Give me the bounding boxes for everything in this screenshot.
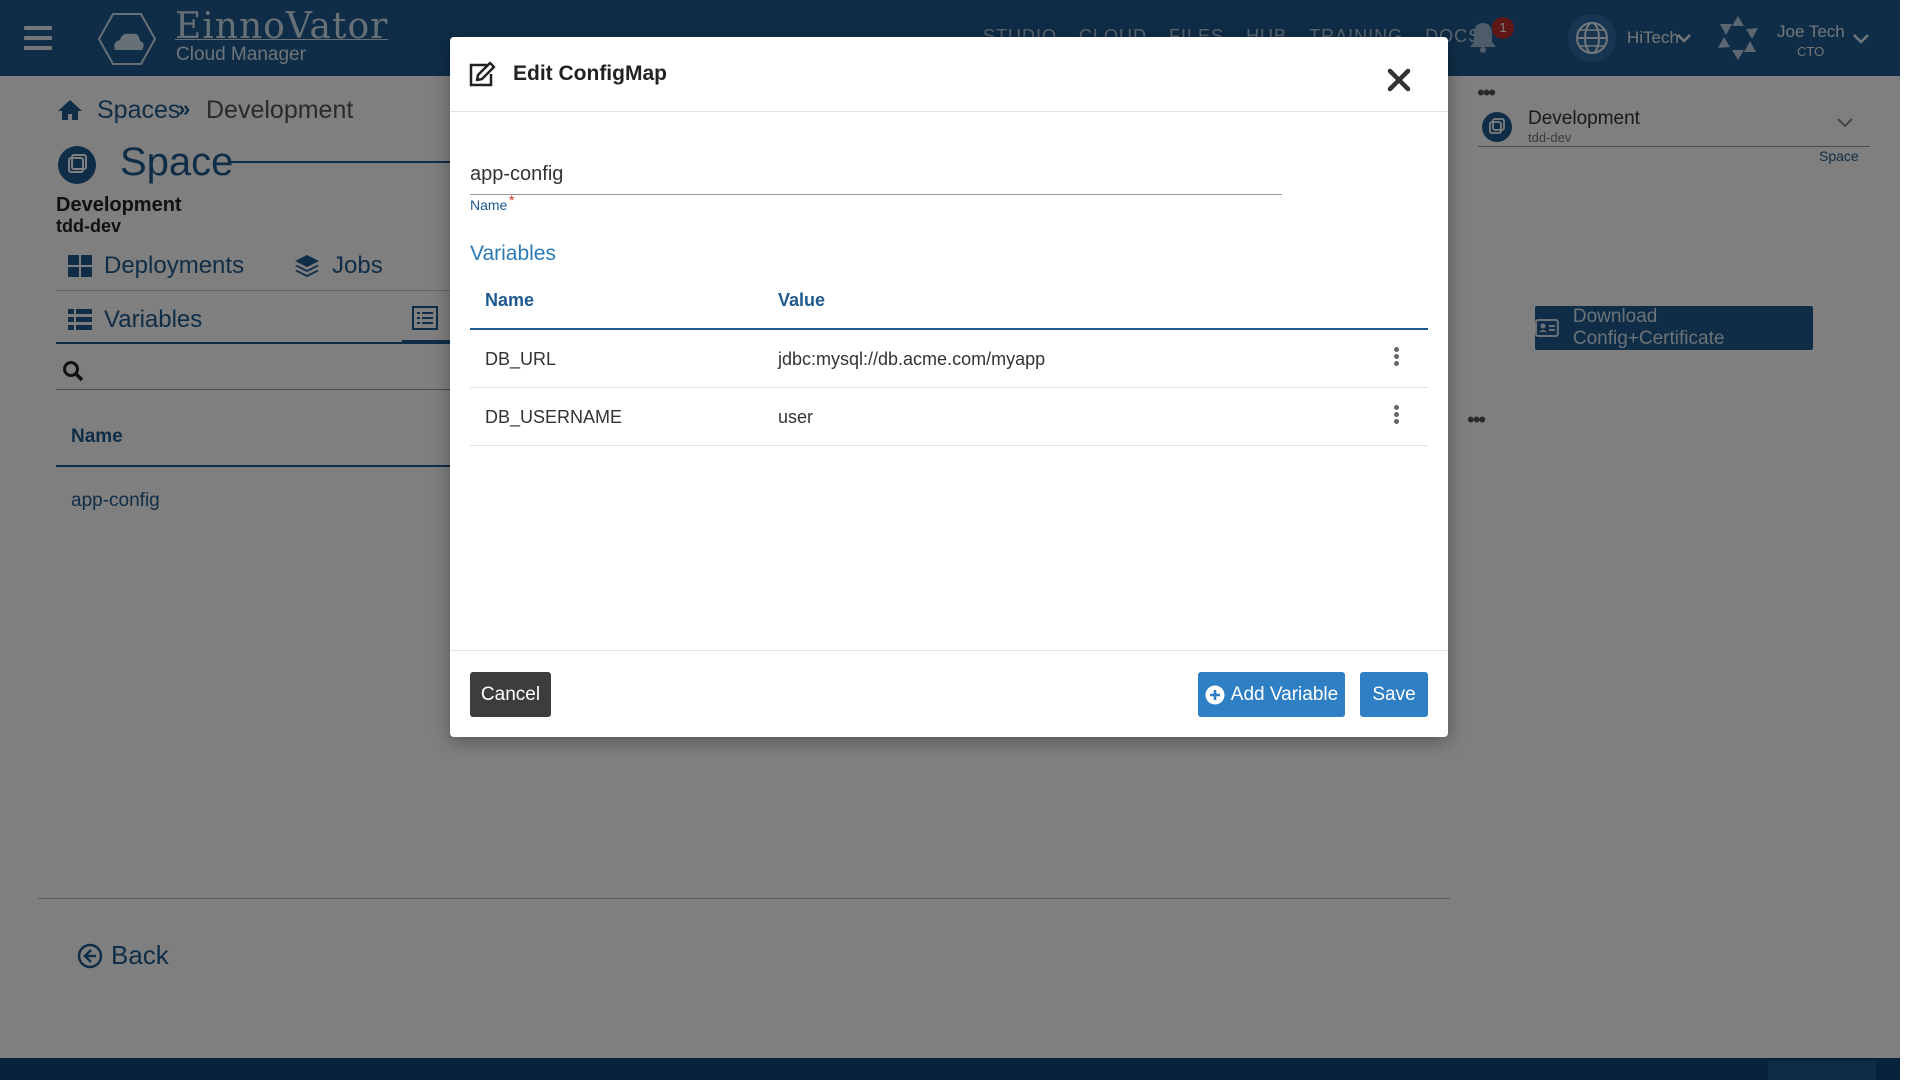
add-variable-button[interactable]: Add Variable — [1198, 672, 1345, 717]
dialog-header: Edit ConfigMap — [450, 37, 1448, 112]
required-marker: * — [509, 192, 515, 208]
edit-configmap-dialog: Edit ConfigMap app-config Name * Variabl… — [450, 37, 1448, 737]
plus-circle-icon — [1205, 685, 1225, 704]
variables-heading: Variables — [470, 242, 556, 265]
variable-value: jdbc:mysql://db.acme.com/myapp — [778, 349, 1046, 369]
scrollbar-track[interactable] — [1900, 0, 1920, 1080]
column-header-value: Value — [778, 290, 826, 310]
variable-name: DB_URL — [485, 349, 557, 369]
variable-value: user — [778, 407, 814, 427]
cancel-button[interactable]: Cancel — [470, 672, 551, 717]
table-row[interactable]: DB_URL jdbc:mysql://db.acme.com/myapp — [470, 330, 1428, 388]
dialog-title: Edit ConfigMap — [513, 62, 667, 85]
name-field[interactable]: app-config — [470, 163, 563, 186]
name-field-underline — [470, 194, 1282, 195]
close-icon[interactable] — [1386, 67, 1412, 93]
column-header-name: Name — [485, 290, 535, 310]
add-variable-label: Add Variable — [1230, 683, 1339, 705]
variable-name: DB_USERNAME — [485, 407, 623, 427]
dialog-footer: Cancel Add Variable Save — [450, 650, 1448, 737]
edit-icon — [469, 61, 496, 87]
table-row[interactable]: DB_USERNAME user — [470, 388, 1428, 446]
name-field-label: Name — [470, 197, 508, 213]
kebab-menu-icon[interactable] — [1391, 405, 1401, 429]
kebab-menu-icon[interactable] — [1391, 347, 1401, 371]
save-button[interactable]: Save — [1360, 672, 1428, 717]
